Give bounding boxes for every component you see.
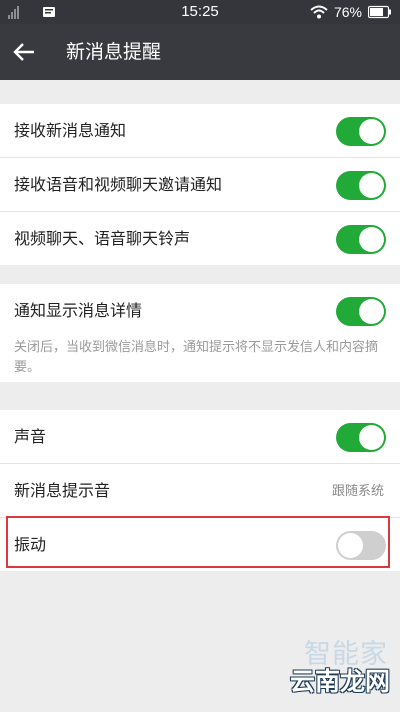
row-show-details[interactable]: 通知显示消息详情 — [0, 284, 400, 337]
status-right-icons: 76% — [310, 4, 392, 20]
toggle-show-details[interactable] — [336, 297, 386, 326]
toggle-receive-call-invite[interactable] — [336, 171, 386, 200]
notification-tone-value: 跟随系统 — [331, 484, 384, 499]
row-label: 视频聊天、语音聊天铃声 — [14, 229, 191, 248]
row-notification-tone[interactable]: 新消息提示音 跟随系统 — [0, 464, 400, 518]
page-title: 新消息提醒 — [66, 41, 162, 63]
app-header: 新消息提醒 — [0, 24, 400, 80]
watermark-bottom-text: 云南龙网 — [289, 667, 390, 696]
toggle-knob — [359, 299, 384, 324]
group-notifications: 接收新消息通知 接收语音和视频聊天邀请通知 视频聊天、语音聊天铃声 — [0, 104, 400, 265]
row-sound[interactable]: 声音 — [0, 410, 400, 464]
toggle-knob — [359, 425, 384, 450]
row-label: 声音 — [14, 427, 47, 446]
toggle-knob — [359, 173, 384, 198]
toggle-knob — [359, 227, 384, 252]
row-receive-new-message[interactable]: 接收新消息通知 — [0, 104, 400, 158]
highlight-box — [6, 516, 390, 568]
wifi-icon — [310, 5, 328, 19]
row-label: 新消息提示音 — [14, 481, 111, 500]
details-description: 关闭后，当收到微信消息时，通知提示将不显示发信人和内容摘要。 — [14, 340, 379, 375]
toggle-call-ringtone[interactable] — [336, 225, 386, 254]
status-bar: 15:25 76% — [0, 0, 400, 24]
row-label: 接收语音和视频聊天邀请通知 — [14, 175, 223, 194]
battery-percent: 76% — [333, 4, 362, 20]
watermark: 智能家 云南龙网 — [272, 632, 390, 700]
toggle-receive-new-message[interactable] — [336, 117, 386, 146]
row-call-ringtone[interactable]: 视频聊天、语音聊天铃声 — [0, 212, 400, 265]
toggle-sound[interactable] — [336, 423, 386, 452]
arrow-left-icon — [13, 43, 34, 61]
row-label: 通知显示消息详情 — [14, 301, 143, 320]
row-receive-call-invite[interactable]: 接收语音和视频聊天邀请通知 — [0, 158, 400, 212]
row-label: 接收新消息通知 — [14, 121, 127, 140]
back-button[interactable] — [10, 38, 38, 66]
toggle-knob — [359, 119, 384, 144]
battery-icon — [368, 5, 391, 19]
